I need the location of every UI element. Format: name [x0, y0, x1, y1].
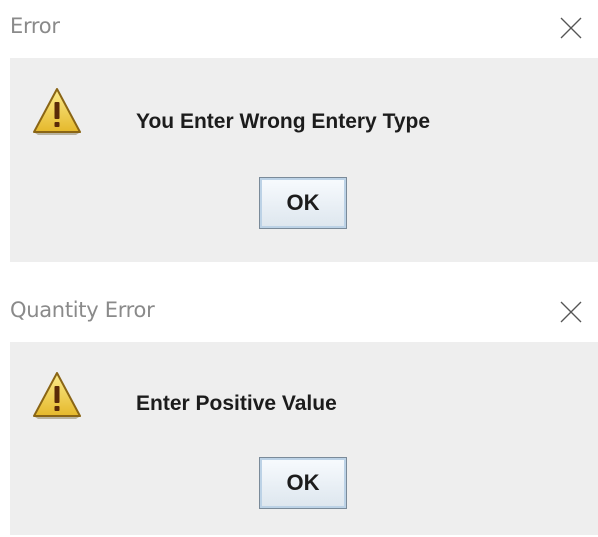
dialog-message: Enter Positive Value: [136, 392, 337, 415]
close-button[interactable]: [540, 0, 598, 58]
ok-button[interactable]: OK: [259, 177, 347, 229]
dialog-content: Enter Positive Value OK: [10, 342, 598, 535]
close-button[interactable]: [540, 284, 598, 342]
dialog-title: Error: [10, 14, 60, 38]
error-dialog: Error You Enter Wrong Entery Type OK: [0, 0, 598, 266]
warning-icon: [33, 88, 81, 135]
dialog-titlebar: Quantity Error: [0, 284, 598, 342]
dialog-title: Quantity Error: [10, 298, 155, 322]
warning-icon: [33, 372, 81, 419]
dialog-titlebar: Error: [0, 0, 598, 58]
close-icon: [560, 17, 582, 39]
ok-button[interactable]: OK: [259, 457, 347, 509]
dialog-content: You Enter Wrong Entery Type OK: [10, 58, 598, 262]
close-icon: [560, 301, 582, 323]
quantity-error-dialog: Quantity Error Enter Positive Value OK: [0, 284, 598, 537]
dialog-message: You Enter Wrong Entery Type: [136, 110, 431, 133]
